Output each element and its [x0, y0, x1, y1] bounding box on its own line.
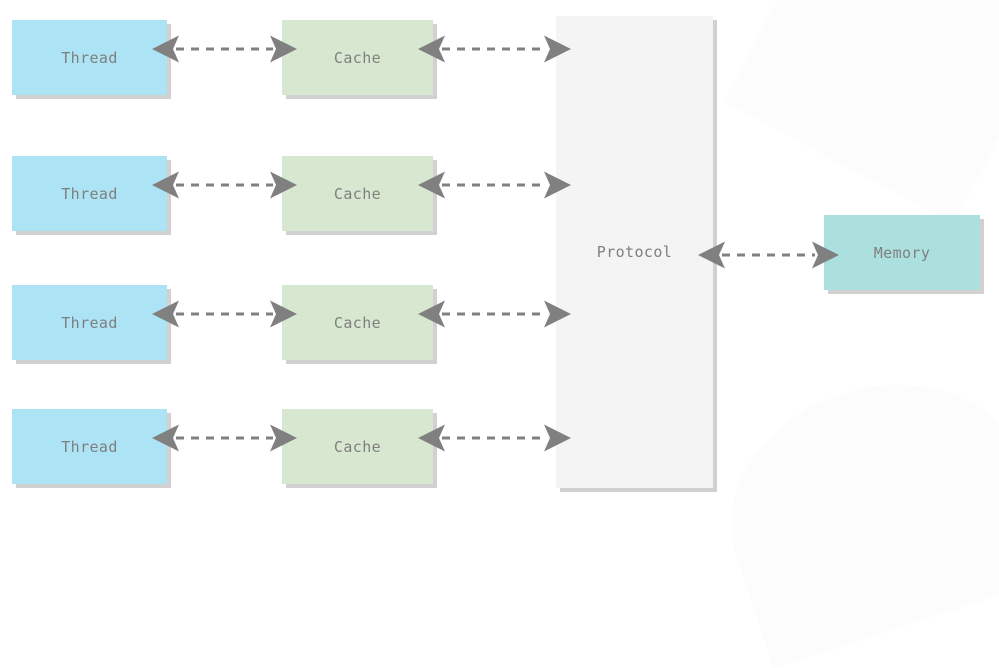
edge-thread-2-cache-2	[152, 171, 297, 199]
node-protocol[interactable]: Protocol	[556, 16, 713, 488]
node-cache-3[interactable]: Cache	[282, 285, 433, 360]
node-thread-4[interactable]: Thread	[12, 409, 167, 484]
edge-cache-4-protocol	[418, 424, 571, 452]
node-label: Protocol	[596, 243, 673, 261]
watermark-bottom-right	[699, 347, 999, 668]
watermark-top-right	[723, 0, 999, 224]
diagram-canvas: Thread Thread Thread Thread Cache Cache …	[0, 0, 999, 668]
node-cache-1[interactable]: Cache	[282, 20, 433, 95]
node-label: Cache	[333, 313, 382, 332]
node-thread-1[interactable]: Thread	[12, 20, 167, 95]
edge-thread-1-cache-1	[152, 35, 297, 63]
node-label: Cache	[333, 184, 382, 203]
node-thread-3[interactable]: Thread	[12, 285, 167, 360]
node-cache-2[interactable]: Cache	[282, 156, 433, 231]
node-cache-4[interactable]: Cache	[282, 409, 433, 484]
node-label: Cache	[333, 48, 382, 67]
node-label: Cache	[333, 437, 382, 456]
node-label: Thread	[61, 437, 118, 456]
node-label: Memory	[873, 243, 931, 262]
edge-cache-3-protocol	[418, 300, 571, 328]
node-label: Thread	[61, 313, 118, 332]
node-memory[interactable]: Memory	[824, 215, 980, 290]
edge-thread-3-cache-3	[152, 300, 297, 328]
edge-protocol-memory	[698, 241, 839, 269]
node-label: Thread	[61, 184, 118, 203]
edge-cache-2-protocol	[418, 171, 571, 199]
edge-thread-4-cache-4	[152, 424, 297, 452]
node-label: Thread	[61, 48, 118, 67]
node-thread-2[interactable]: Thread	[12, 156, 167, 231]
edge-cache-1-protocol	[418, 35, 571, 63]
